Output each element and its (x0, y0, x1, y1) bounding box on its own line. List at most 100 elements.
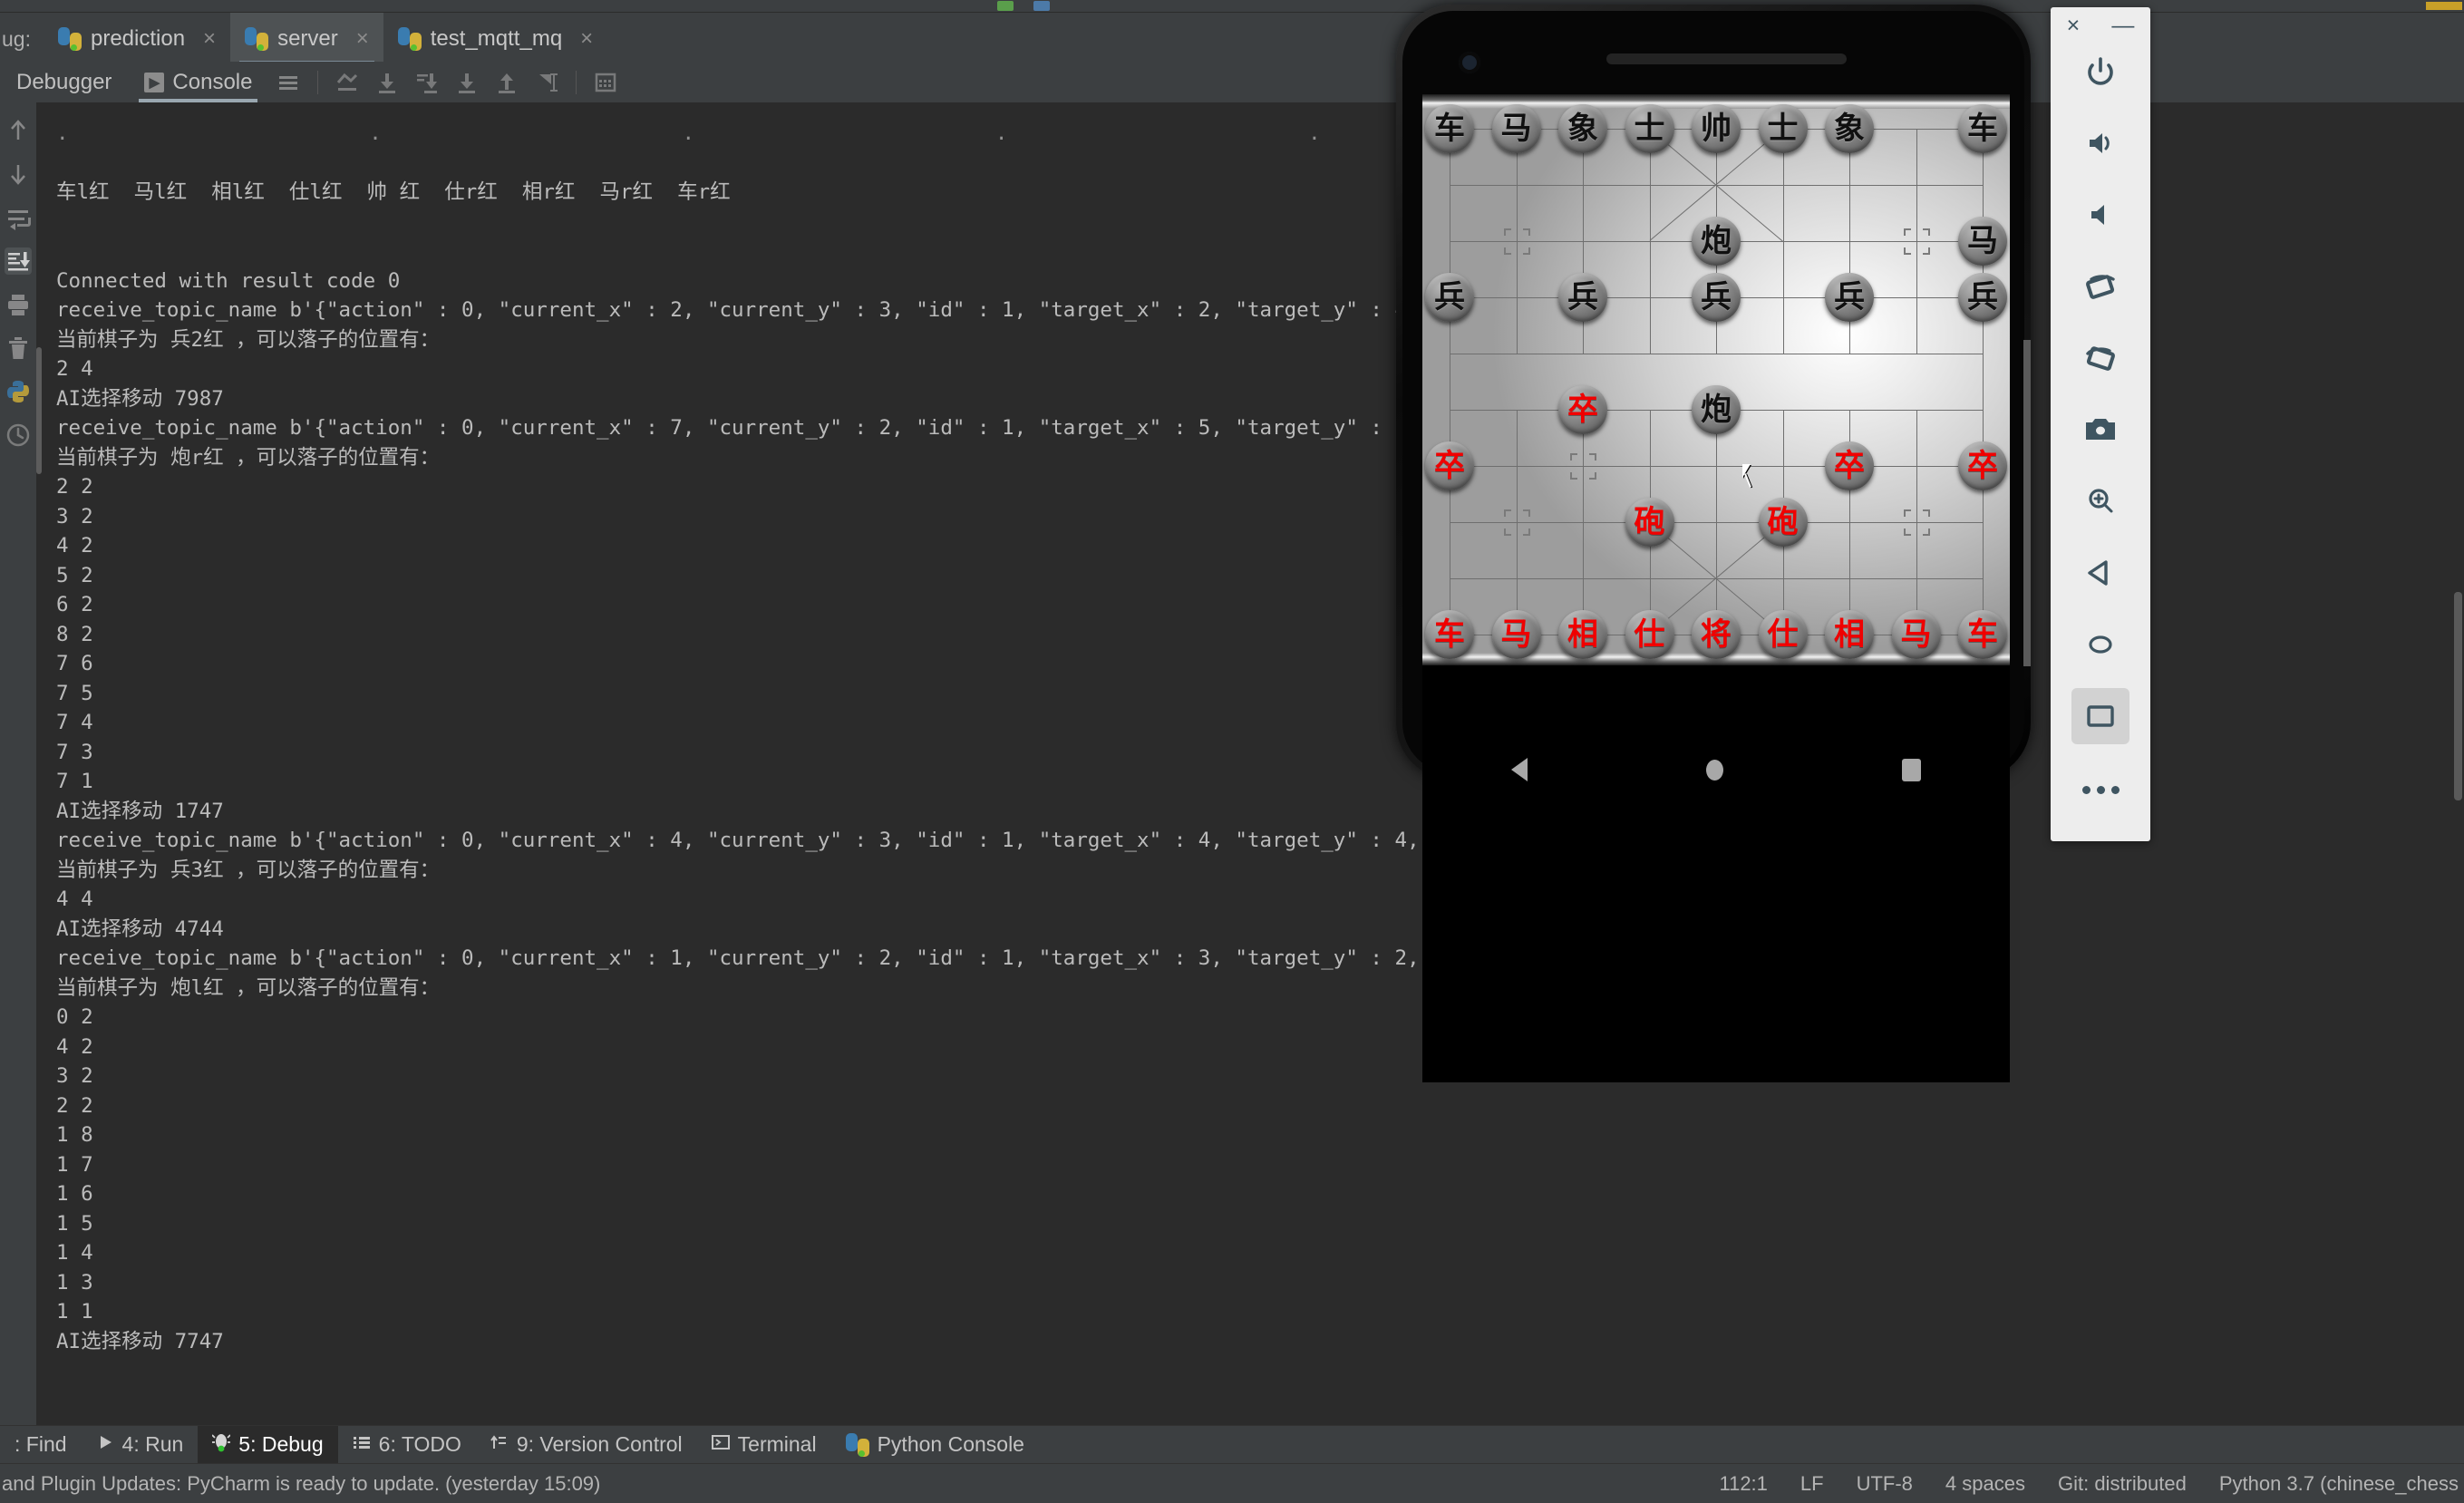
list-icon (353, 1432, 371, 1457)
nav-recent-icon[interactable] (1901, 758, 1921, 781)
chess-piece-red[interactable]: 马 (1491, 610, 1541, 659)
chess-piece-red[interactable]: 将 (1692, 610, 1741, 659)
chess-piece-black[interactable]: 兵 (1692, 273, 1741, 322)
history-icon[interactable] (5, 422, 32, 449)
chess-piece-red[interactable]: 车 (1425, 610, 1474, 659)
menu-icon[interactable] (273, 67, 304, 98)
scroll-to-end-icon[interactable] (5, 247, 32, 275)
chess-piece-black[interactable]: 士 (1625, 104, 1674, 153)
chess-piece-red[interactable]: 卒 (1958, 441, 2007, 490)
tool-find[interactable]: : Find (0, 1426, 82, 1464)
tool-debug[interactable]: 5: Debug (198, 1425, 338, 1464)
overview-square-icon[interactable] (2071, 688, 2129, 744)
chess-piece-black[interactable]: 士 (1758, 104, 1808, 153)
tool-todo[interactable]: 6: TODO (338, 1426, 476, 1464)
goto-icon[interactable] (531, 67, 562, 98)
chess-piece-black[interactable]: 车 (1958, 104, 2007, 153)
tab-console-label: Console (172, 69, 253, 94)
screenshot-camera-icon[interactable] (2071, 402, 2129, 458)
close-icon[interactable]: × (2067, 13, 2081, 39)
chess-piece-black[interactable]: 象 (1558, 104, 1607, 153)
chess-piece-black[interactable]: 兵 (1558, 273, 1607, 322)
close-icon[interactable]: × (580, 26, 593, 52)
soft-wrap-icon[interactable] (332, 67, 363, 98)
minimize-icon[interactable]: — (2111, 13, 2134, 39)
chess-piece-black[interactable]: 象 (1825, 104, 1874, 153)
session-tab-server[interactable]: server × (230, 13, 383, 65)
tool-run[interactable]: 4: Run (82, 1426, 199, 1464)
chess-piece-red[interactable]: 车 (1958, 610, 2007, 659)
toolbar-chip-run[interactable] (997, 1, 1014, 11)
chess-piece-black[interactable]: 车 (1425, 104, 1474, 153)
back-icon[interactable] (2071, 545, 2129, 601)
scroll-down-icon[interactable] (372, 67, 403, 98)
console-output-panel[interactable]: . . . . . . . . . 车l红 马l红 相l红 仕l红 帅 红 仕r… (36, 102, 1450, 1444)
chess-piece-red[interactable]: 卒 (1425, 441, 1474, 490)
session-tab-test-mqtt-mq[interactable]: test_mqtt_mq × (383, 13, 607, 65)
status-encoding[interactable]: UTF-8 (1857, 1472, 1913, 1496)
volume-down-icon[interactable] (2071, 187, 2129, 243)
nav-back-icon[interactable] (1511, 758, 1528, 781)
tab-console[interactable]: ▶ Console (128, 62, 268, 102)
notification-nub[interactable] (2426, 2, 2462, 10)
status-indent[interactable]: 4 spaces (1945, 1472, 2025, 1496)
close-icon[interactable]: × (203, 26, 216, 52)
chess-piece-red[interactable]: 相 (1558, 610, 1607, 659)
power-icon[interactable] (2071, 44, 2129, 100)
status-line-separator[interactable]: LF (1800, 1472, 1824, 1496)
chess-piece-black[interactable]: 炮 (1692, 385, 1741, 434)
chess-piece-black[interactable]: 兵 (1958, 273, 2007, 322)
grid-icon[interactable] (590, 67, 621, 98)
rotate-left-icon[interactable] (2071, 258, 2129, 315)
chess-piece-red[interactable]: 马 (1891, 610, 1941, 659)
chess-piece-red[interactable]: 仕 (1758, 610, 1808, 659)
xiangqi-board[interactable]: 车马象士帅士象车炮马兵兵兵兵兵卒炮卒卒卒砲砲车马相仕将仕相马车 (1422, 94, 2010, 665)
soft-wrap-icon[interactable] (5, 204, 32, 231)
status-git-branch[interactable]: Git: distributed (2058, 1472, 2187, 1496)
vertical-scrollbar[interactable] (2454, 592, 2462, 800)
scroll-up-icon[interactable] (491, 67, 522, 98)
status-caret-position[interactable]: 112:1 (1719, 1472, 1767, 1496)
emulator-side-scrollbar[interactable] (2023, 340, 2031, 666)
zoom-in-icon[interactable] (2071, 473, 2129, 529)
console-line: receive_topic_name b'{"action" : 0, "cur… (56, 946, 1450, 970)
trash-icon[interactable] (5, 335, 32, 362)
chess-piece-black[interactable]: 炮 (1692, 217, 1741, 266)
chess-piece-black[interactable]: 马 (1491, 104, 1541, 153)
close-icon[interactable]: × (356, 26, 369, 52)
phone-screen[interactable]: 车马象士帅士象车炮马兵兵兵兵兵卒炮卒卒卒砲砲车马相仕将仕相马车 (1422, 94, 2010, 1082)
python-icon (245, 27, 269, 51)
tab-debugger[interactable]: Debugger (0, 62, 128, 102)
emulator-toolbar[interactable]: × — (2051, 7, 2150, 841)
home-icon[interactable] (2071, 616, 2129, 673)
chess-piece-red[interactable]: 仕 (1625, 610, 1674, 659)
chess-piece-black[interactable]: 兵 (1425, 273, 1474, 322)
session-tab-prediction[interactable]: prediction × (44, 13, 230, 65)
scroll-up-icon[interactable] (5, 117, 32, 144)
status-interpreter[interactable]: Python 3.7 (chinese_chess (2219, 1472, 2459, 1496)
chess-piece-red[interactable]: 相 (1825, 610, 1874, 659)
tool-terminal[interactable]: Terminal (697, 1426, 831, 1464)
chess-piece-black[interactable]: 帅 (1692, 104, 1741, 153)
volume-up-icon[interactable] (2071, 115, 2129, 171)
more-dots-icon[interactable] (2071, 760, 2129, 816)
tool-python-console[interactable]: Python Console (831, 1426, 1039, 1464)
chess-piece-red[interactable]: 砲 (1625, 498, 1674, 547)
scroll-to-end-icon[interactable] (412, 67, 442, 98)
scroll-down-icon[interactable] (5, 160, 32, 188)
toolbar-chip-debug[interactable] (1033, 1, 1050, 11)
tool-version-control[interactable]: 9: Version Control (476, 1426, 697, 1464)
android-navigation-bar[interactable] (1422, 742, 2010, 798)
chess-piece-red[interactable]: 卒 (1558, 385, 1607, 434)
android-emulator-window[interactable]: 车马象士帅士象车炮马兵兵兵兵兵卒炮卒卒卒砲砲车马相仕将仕相马车 (1396, 0, 2040, 1082)
chess-piece-black[interactable]: 兵 (1825, 273, 1874, 322)
chess-piece-red[interactable]: 卒 (1825, 441, 1874, 490)
chess-piece-black[interactable]: 马 (1958, 217, 2007, 266)
nav-home-icon[interactable] (1705, 759, 1723, 781)
rotate-right-icon[interactable] (2071, 330, 2129, 386)
chess-piece-red[interactable]: 砲 (1758, 498, 1808, 547)
scroll-down-2-icon[interactable] (451, 67, 482, 98)
console-scrollbar[interactable] (36, 347, 42, 474)
python-icon[interactable] (5, 378, 32, 405)
print-icon[interactable] (5, 291, 32, 318)
